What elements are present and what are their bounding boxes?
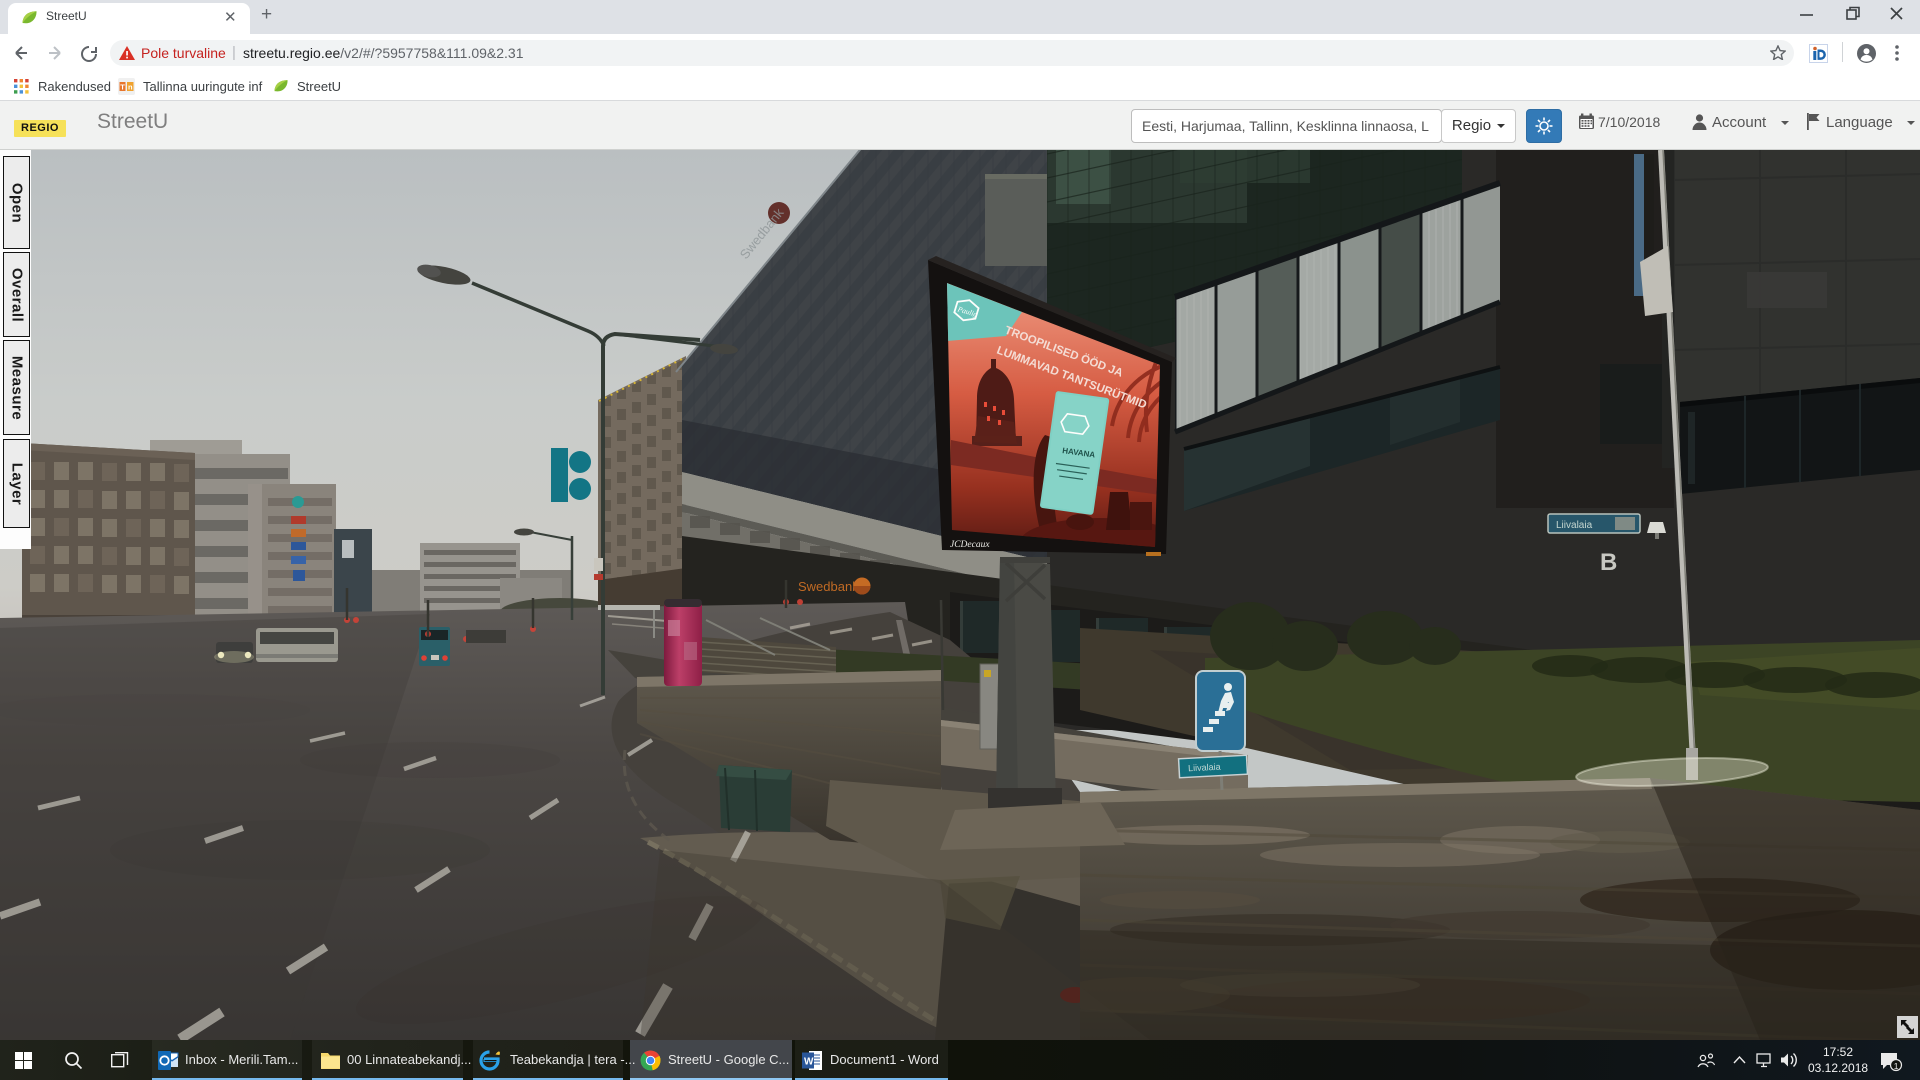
svg-text:n: n — [128, 83, 133, 92]
svg-text:Liivalaia: Liivalaia — [1188, 762, 1221, 774]
svg-text:1: 1 — [1894, 1061, 1899, 1071]
svg-text:Swedbank: Swedbank — [798, 579, 859, 594]
svg-text:W: W — [804, 1057, 814, 1068]
svg-text:Liivalaia: Liivalaia — [1556, 520, 1593, 531]
svg-text:B: B — [1600, 549, 1617, 576]
svg-text:T: T — [120, 83, 125, 92]
svg-text:JCDecaux: JCDecaux — [950, 540, 990, 550]
